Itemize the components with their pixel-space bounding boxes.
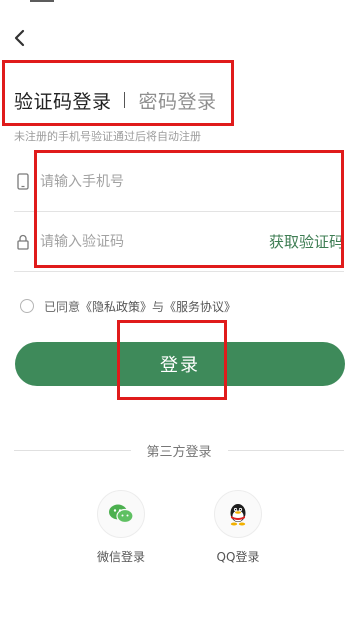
get-code-button[interactable]: 获取验证码 [269, 231, 344, 252]
lock-icon [17, 234, 29, 250]
wechat-icon [109, 504, 134, 524]
verification-code-input[interactable] [40, 229, 240, 255]
qq-login-button[interactable]: QQ登录 [203, 490, 273, 565]
back-button[interactable] [10, 26, 32, 50]
qq-circle [214, 490, 262, 538]
service-agreement-link[interactable]: 《服务协议》 [164, 298, 236, 315]
divider-line-right [227, 449, 345, 451]
agreement-row: 已同意 《隐私政策》 与 《服务协议》 [20, 296, 236, 316]
agreement-prefix: 已同意 [44, 299, 81, 314]
phone-input[interactable] [40, 169, 330, 195]
phone-field [14, 152, 344, 212]
divider-line-left [14, 449, 131, 451]
status-indicator [30, 0, 54, 2]
qq-icon [230, 504, 246, 526]
third-party-label: 第三方登录 [146, 444, 212, 460]
tab-divider [123, 92, 125, 108]
wechat-login-label: 微信登录 [96, 550, 145, 564]
tab-password-login[interactable]: 密码登录 [139, 87, 217, 114]
login-button-label: 登录 [160, 355, 200, 376]
agreement-radio[interactable] [20, 299, 34, 313]
phone-icon [17, 173, 29, 190]
tab-sms-login[interactable]: 验证码登录 [14, 87, 112, 114]
third-party-divider: 第三方登录 [14, 440, 345, 460]
login-tabs: 验证码登录 密码登录 [14, 84, 217, 116]
login-button[interactable]: 登录 [15, 342, 345, 386]
code-field: 获取验证码 [14, 212, 344, 272]
qq-login-label: QQ登录 [216, 550, 260, 564]
privacy-policy-link[interactable]: 《隐私政策》 [80, 298, 152, 315]
wechat-circle [97, 490, 145, 538]
wechat-login-button[interactable]: 微信登录 [86, 490, 156, 565]
status-bar [0, 0, 360, 8]
chevron-left-icon [14, 29, 25, 47]
agreement-connector: 与 [152, 299, 165, 314]
auto-register-hint: 未注册的手机号验证通过后将自动注册 [14, 130, 201, 143]
